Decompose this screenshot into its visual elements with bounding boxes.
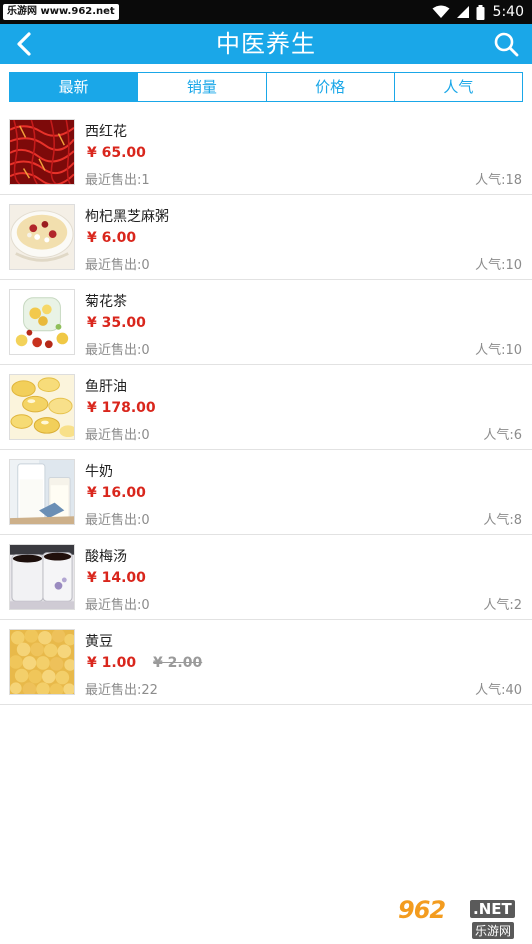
product-popularity: 人气:10: [475, 343, 522, 358]
product-price-group: ¥ 6.00: [87, 230, 136, 246]
search-icon: [494, 32, 519, 57]
product-popularity: 人气:18: [475, 173, 522, 188]
product-popularity: 人气:6: [483, 428, 522, 443]
product-sold: 最近售出:0: [85, 598, 150, 613]
status-bar-badge: 乐游网 www.962.net: [3, 4, 119, 20]
product-name: 牛奶: [85, 464, 113, 480]
product-price-group: ¥ 1.00 ¥ 2.00: [87, 655, 202, 671]
product-name: 酸梅汤: [85, 549, 127, 565]
product-item[interactable]: 鱼肝油 ¥ 178.00 最近售出:0 人气:6: [0, 365, 532, 450]
product-sold: 最近售出:0: [85, 428, 150, 443]
product-image-saffron: [9, 119, 75, 185]
product-name: 菊花茶: [85, 294, 127, 310]
product-price-group: ¥ 14.00: [87, 570, 146, 586]
app-bar: 中医养生: [0, 24, 532, 64]
tab-sales[interactable]: 销量: [137, 73, 265, 101]
product-name: 鱼肝油: [85, 379, 127, 395]
product-sold: 最近售出:1: [85, 173, 150, 188]
product-price-group: ¥ 35.00: [87, 315, 146, 331]
product-sold: 最近售出:0: [85, 513, 150, 528]
product-name: 黄豆: [85, 634, 113, 650]
product-price: ¥ 35.00: [87, 315, 146, 331]
product-image-milk: [9, 459, 75, 525]
product-sold: 最近售出:22: [85, 683, 158, 698]
product-image-soybean: [9, 629, 75, 695]
product-price-group: ¥ 65.00: [87, 145, 146, 161]
status-bar: 乐游网 www.962.net 5:40: [0, 0, 532, 24]
status-bar-time: 5:40: [492, 4, 524, 20]
status-bar-right: 5:40: [432, 0, 524, 24]
product-sold: 最近售出:0: [85, 343, 150, 358]
product-price: ¥ 178.00: [87, 400, 156, 416]
tab-popularity[interactable]: 人气: [393, 73, 522, 101]
watermark-sub: 乐游网: [472, 922, 515, 939]
page-title: 中医养生: [216, 30, 316, 58]
watermark-net: .NET: [470, 900, 515, 918]
product-popularity: 人气:8: [483, 513, 522, 528]
product-image-chrysanthemum-tea: [9, 289, 75, 355]
product-image-fish-oil: [9, 374, 75, 440]
product-price: ¥ 6.00: [87, 230, 137, 246]
product-name: 枸杞黑芝麻粥: [85, 209, 169, 225]
watermark-logo: 962: [398, 896, 446, 924]
sort-tabs: 最新 销量 价格 人气: [9, 72, 523, 102]
battery-icon: [476, 4, 485, 20]
product-popularity: 人气:40: [475, 683, 522, 698]
product-item[interactable]: 菊花茶 ¥ 35.00 最近售出:0 人气:10: [0, 280, 532, 365]
product-image-plum-drink: [9, 544, 75, 610]
search-button[interactable]: [488, 26, 524, 62]
product-price-group: ¥ 178.00: [87, 400, 156, 416]
product-list: 西红花 ¥ 65.00 最近售出:1 人气:18 枸杞黑芝麻粥 ¥ 6.00 最…: [0, 110, 532, 705]
product-original-price: ¥ 2.00: [153, 655, 203, 671]
product-item[interactable]: 酸梅汤 ¥ 14.00 最近售出:0 人气:2: [0, 535, 532, 620]
product-image-porridge: [9, 204, 75, 270]
wifi-icon: [432, 5, 450, 18]
product-item[interactable]: 西红花 ¥ 65.00 最近售出:1 人气:18: [0, 110, 532, 195]
product-item[interactable]: 枸杞黑芝麻粥 ¥ 6.00 最近售出:0 人气:10: [0, 195, 532, 280]
tab-latest[interactable]: 最新: [10, 73, 138, 101]
product-item[interactable]: 牛奶 ¥ 16.00 最近售出:0 人气:8: [0, 450, 532, 535]
product-item[interactable]: 黄豆 ¥ 1.00 ¥ 2.00 最近售出:22 人气:40: [0, 620, 532, 705]
tab-price[interactable]: 价格: [265, 73, 394, 101]
signal-icon: [456, 6, 469, 18]
product-name: 西红花: [85, 124, 127, 140]
product-price-group: ¥ 16.00: [87, 485, 146, 501]
product-price: ¥ 16.00: [87, 485, 146, 501]
product-price: ¥ 14.00: [87, 570, 146, 586]
product-popularity: 人气:2: [483, 598, 522, 613]
product-popularity: 人气:10: [475, 258, 522, 273]
product-sold: 最近售出:0: [85, 258, 150, 273]
product-price: ¥ 1.00: [87, 655, 137, 671]
site-watermark: 962 .NET 乐游网: [398, 896, 524, 940]
product-price: ¥ 65.00: [87, 145, 146, 161]
